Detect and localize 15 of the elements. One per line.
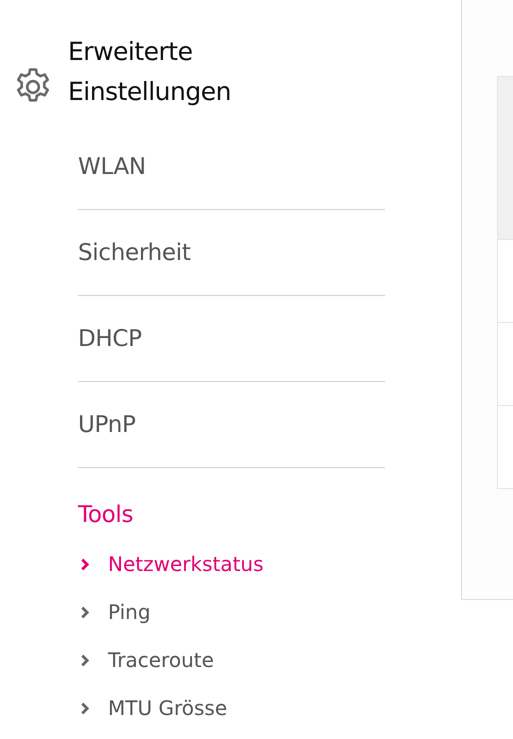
menu-item[interactable]: DHCP (78, 296, 385, 382)
chevron-icon (80, 558, 90, 570)
tool-link[interactable]: Netzwerkstatus (78, 540, 264, 588)
tools-heading: Tools (78, 502, 134, 528)
section-title: Erweiterte (68, 36, 194, 68)
tool-link[interactable]: Traceroute (78, 636, 214, 684)
section-title: Einstellungen (68, 76, 231, 108)
tool-link[interactable]: MTU Grösse (78, 684, 228, 732)
tool-link[interactable]: Ping (78, 588, 151, 636)
chevron-icon (80, 606, 90, 618)
menu-item[interactable]: WLAN (78, 124, 385, 210)
menu-item[interactable]: Sicherheit (78, 210, 385, 296)
chevron-icon (80, 654, 90, 666)
menu-item[interactable]: UPnP (78, 382, 385, 468)
chevron-icon (80, 702, 90, 714)
